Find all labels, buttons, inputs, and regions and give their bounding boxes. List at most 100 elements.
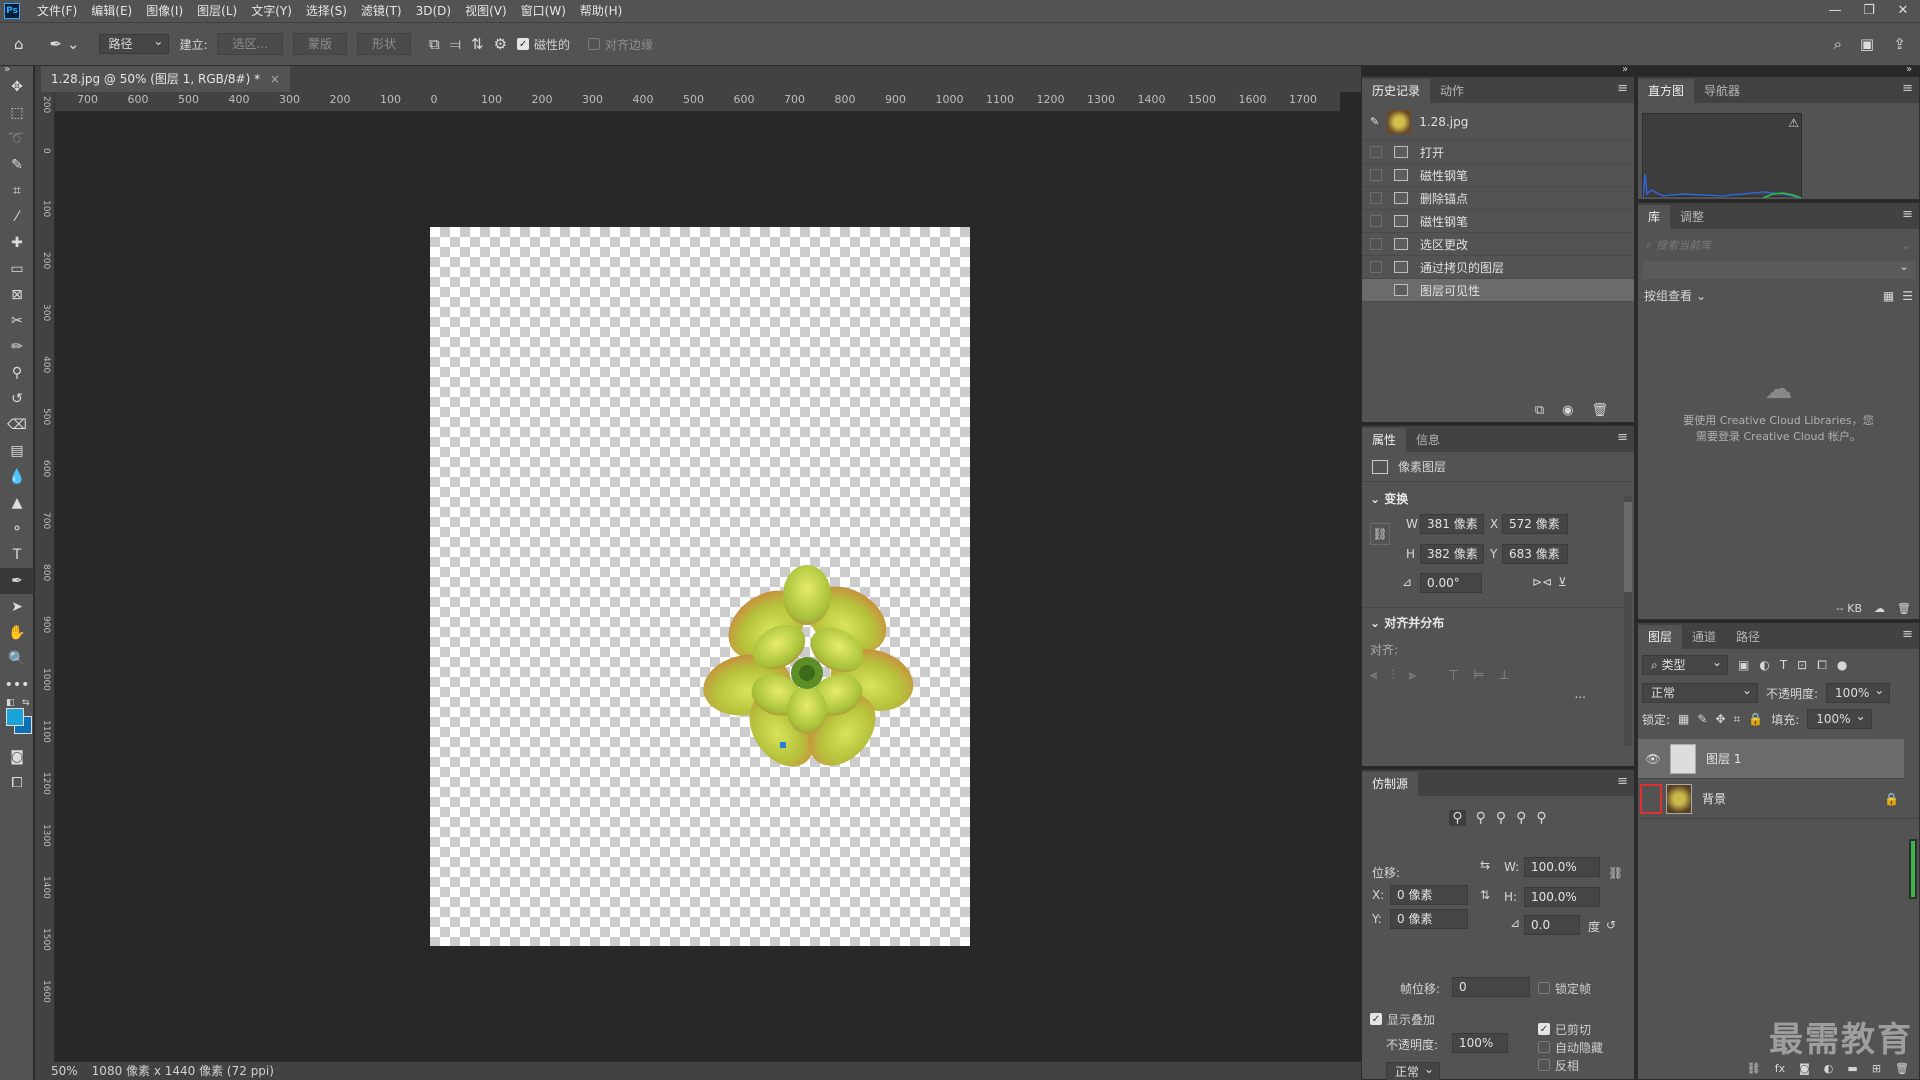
trash-icon[interactable]: 🗑 (1895, 1062, 1909, 1075)
align-top-icon[interactable]: ⊤ (1448, 668, 1459, 683)
new-layer-icon[interactable]: ⊞ (1872, 1062, 1881, 1075)
layers-scrollbar[interactable] (1909, 839, 1917, 899)
history-snapshot[interactable]: ✎ 1.28.jpg (1362, 103, 1634, 141)
panel-menu-icon[interactable]: ≡ (1617, 81, 1628, 96)
crop-tool-icon[interactable]: ⌗ (0, 178, 34, 204)
menu-help[interactable]: 帮助(H) (573, 0, 629, 22)
filter-shape-icon[interactable]: ⊡ (1797, 658, 1807, 672)
menu-type[interactable]: 文字(Y) (244, 0, 299, 22)
align-right-icon[interactable]: ⫸ (1409, 668, 1416, 683)
visibility-toggle-empty[interactable] (1640, 783, 1662, 814)
new-group-icon[interactable]: ▬ (1847, 1062, 1857, 1075)
align-section-title[interactable]: ⌄ 对齐并分布 (1370, 614, 1626, 631)
filter-toggle-icon[interactable]: ● (1837, 658, 1847, 672)
align-middle-v-icon[interactable]: ⊨ (1473, 668, 1484, 683)
align-bottom-icon[interactable]: ⊥ (1499, 668, 1510, 683)
menu-layer[interactable]: 图层(L) (190, 0, 244, 22)
grid-view-icon[interactable]: ▦ (1883, 289, 1894, 303)
blend-mode-select[interactable]: 正常 (1642, 681, 1758, 703)
lock-frame-checkbox[interactable]: 锁定帧 (1538, 977, 1591, 999)
menu-window[interactable]: 窗口(W) (514, 0, 573, 22)
invert-checkbox[interactable]: 反相 (1538, 1054, 1579, 1076)
history-brush-source-icon[interactable]: ✎ (1370, 115, 1379, 128)
tab-channels[interactable]: 通道 (1682, 625, 1726, 649)
clone-source-2-icon[interactable]: ⚲ (1476, 810, 1486, 826)
clone-source-1-icon[interactable]: ⚲ (1449, 810, 1466, 826)
workspace-icon[interactable]: ▣ (1860, 35, 1874, 53)
history-item-selected[interactable]: 图层可见性 (1362, 279, 1634, 302)
path-arrangement-icon[interactable]: ⇅ (471, 35, 484, 53)
layer-fill-field[interactable]: 100% (1807, 707, 1872, 729)
frame-tool-icon[interactable]: ⊠ (0, 282, 34, 308)
tab-clone-source[interactable]: 仿制源 (1362, 772, 1419, 796)
panel-collapse-icon[interactable]: » (1906, 64, 1912, 75)
screen-mode-icon[interactable]: ⧠ (0, 770, 34, 796)
zoom-tool-icon[interactable]: 🔍 (0, 646, 34, 672)
menu-select[interactable]: 选择(S) (299, 0, 354, 22)
align-edges-checkbox[interactable]: 对齐边缘 (588, 33, 653, 55)
history-item[interactable]: 选区更改 (1362, 233, 1634, 256)
filter-smart-object-icon[interactable]: ⧠ (1817, 658, 1827, 673)
pen-tool-icon[interactable]: ✒ (0, 568, 34, 594)
lock-icon[interactable]: 🔒 (1884, 792, 1899, 806)
reset-icon[interactable]: ↺ (1606, 918, 1616, 932)
history-item[interactable]: 删除锚点 (1362, 187, 1634, 210)
x-position-field[interactable]: 572 像素 (1502, 514, 1568, 534)
tab-info[interactable]: 信息 (1406, 428, 1450, 452)
clone-y-field[interactable]: 0 像素 (1390, 909, 1468, 929)
home-icon[interactable]: ⌂ (14, 35, 24, 53)
share-icon[interactable]: ⇪ (1893, 35, 1906, 53)
gear-icon[interactable]: ⚙ (494, 35, 507, 53)
new-document-from-state-icon[interactable]: ⧉ (1535, 403, 1544, 418)
healing-brush-tool-icon[interactable]: ✚ (0, 230, 34, 256)
document-dimensions[interactable]: 1080 像素 x 1440 像素 (72 ppi) (92, 1062, 274, 1080)
show-overlay-checkbox[interactable]: ✓ 显示叠加 (1370, 1008, 1435, 1030)
view-by-group-dropdown[interactable]: 按组查看 (1644, 287, 1692, 304)
filter-pixel-icon[interactable]: ▣ (1738, 658, 1749, 672)
quick-selection-tool-icon[interactable]: ✎ (0, 152, 34, 178)
clone-stamp-tool-icon[interactable]: ⚲ (0, 360, 34, 386)
flip-horizontal-icon[interactable]: ⊳⊲ (1532, 575, 1552, 589)
brush-tool-icon[interactable]: ✏ (0, 334, 34, 360)
menu-file[interactable]: 文件(F) (30, 0, 84, 22)
menu-3d[interactable]: 3D(D) (409, 0, 458, 22)
sharpen-tool-icon[interactable]: ▲ (0, 490, 34, 516)
overlay-blend-select[interactable]: 正常 (1386, 1060, 1441, 1080)
history-item[interactable]: 磁性钢笔 (1362, 210, 1634, 233)
panel-menu-icon[interactable]: ≡ (1617, 774, 1628, 789)
clone-angle-field[interactable]: 0.0 (1524, 915, 1580, 935)
tab-histogram[interactable]: 直方图 (1638, 79, 1695, 103)
link-icon[interactable]: ⛓ (1370, 523, 1390, 545)
warning-icon[interactable]: ⚠ (1788, 116, 1799, 130)
gradient-tool-icon[interactable]: ▤ (0, 438, 34, 464)
history-item[interactable]: 通过拷贝的图层 (1362, 256, 1634, 279)
more-options-button[interactable]: ... (1370, 687, 1626, 701)
layer-style-icon[interactable]: fx (1775, 1062, 1785, 1075)
path-operations-icon[interactable]: ⧉ (429, 35, 440, 53)
toolbar-collapse-icon[interactable]: » (4, 64, 10, 75)
lock-image-icon[interactable]: ✎ (1697, 712, 1707, 726)
make-mask-button[interactable]: 蒙版 (292, 33, 347, 55)
overlay-opacity-field[interactable]: 100% (1452, 1033, 1508, 1053)
chevron-down-icon[interactable]: ⌄ (1902, 239, 1911, 252)
width-field[interactable]: 381 像素 (1420, 514, 1484, 534)
tab-history[interactable]: 历史记录 (1362, 79, 1431, 103)
path-selection-tool-icon[interactable]: ➤ (0, 594, 34, 620)
library-select[interactable]: ⌄ (1642, 259, 1915, 279)
hand-tool-icon[interactable]: ✋ (0, 620, 34, 646)
menu-edit[interactable]: 编辑(E) (84, 0, 139, 22)
make-selection-button[interactable]: 选区... (217, 33, 283, 55)
marquee-tool-icon[interactable]: ⬚ (0, 100, 34, 126)
document-tab[interactable]: 1.28.jpg @ 50% (图层 1, RGB/8#) * × (41, 66, 290, 92)
scrollbar[interactable] (1624, 496, 1632, 746)
clone-source-5-icon[interactable]: ⚲ (1536, 810, 1546, 826)
lock-artboard-icon[interactable]: ⌗ (1734, 712, 1741, 727)
tab-close-icon[interactable]: × (270, 72, 280, 86)
path-alignment-icon[interactable]: ⫤ (450, 35, 461, 53)
magnetic-checkbox[interactable]: ✓ 磁性的 (517, 33, 570, 55)
clone-height-field[interactable]: 100.0% (1524, 887, 1600, 907)
trash-icon[interactable]: 🗑 (1897, 602, 1911, 615)
panel-menu-icon[interactable]: ≡ (1617, 430, 1628, 445)
lock-position-icon[interactable]: ✥ (1715, 712, 1725, 726)
tab-paths[interactable]: 路径 (1726, 625, 1770, 649)
